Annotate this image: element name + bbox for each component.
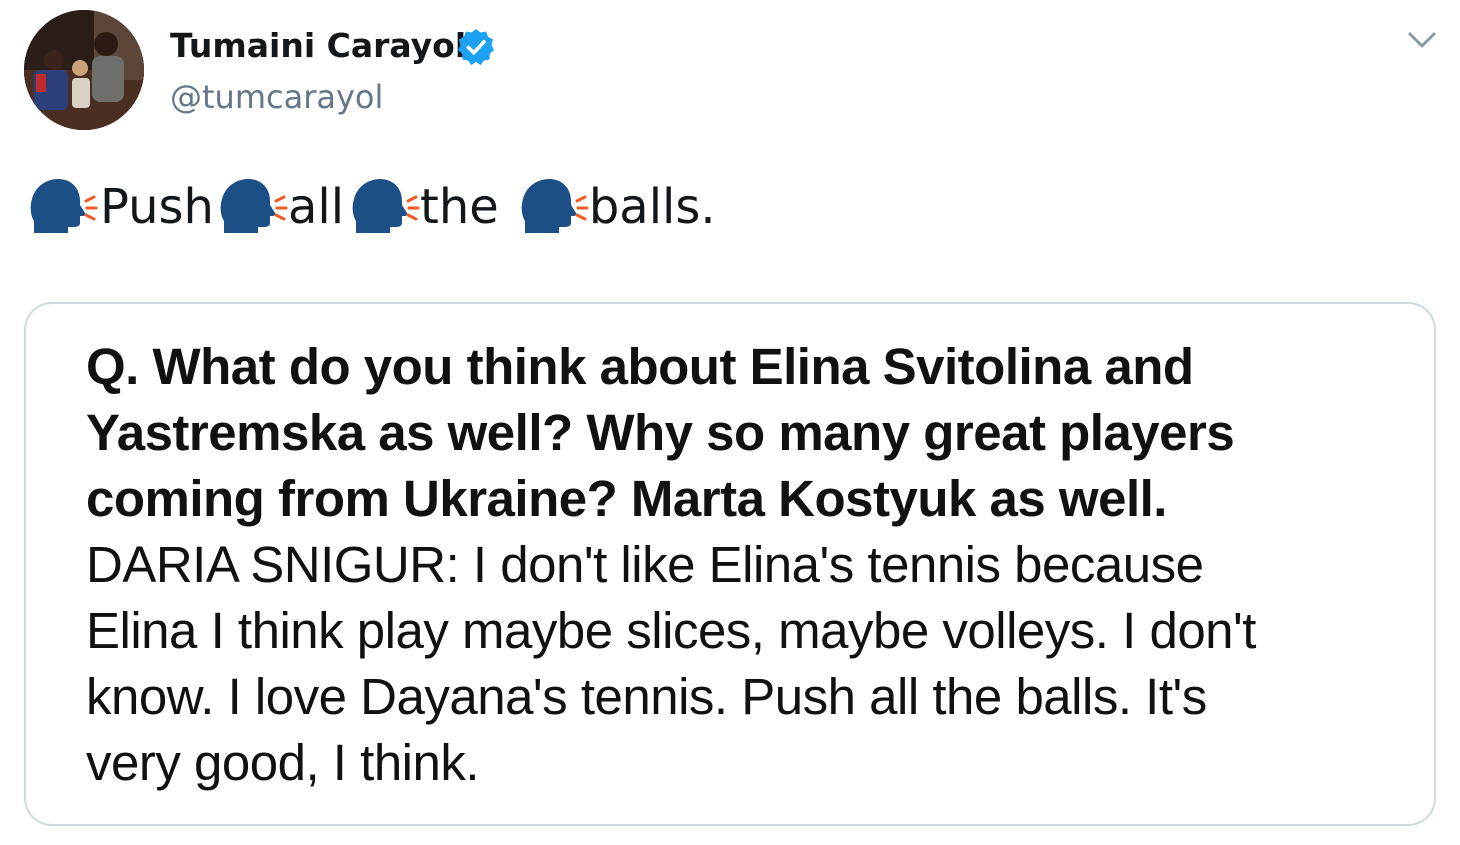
- author-handle[interactable]: @tumcarayol: [170, 76, 383, 118]
- speaking-head-icon: [218, 175, 288, 239]
- answer-line: know. I love Dayana's tennis. Push all t…: [86, 668, 1207, 725]
- speaking-head-icon: [28, 175, 98, 239]
- speaking-head-icon: [519, 175, 589, 239]
- answer-line: DARIA SNIGUR: I don't like Elina's tenni…: [86, 536, 1204, 593]
- tweet-word: balls.: [588, 179, 716, 235]
- question-line: coming from Ukraine? Marta Kostyuk as we…: [86, 470, 1167, 527]
- question-line: Q. What do you think about Elina Svitoli…: [86, 338, 1194, 395]
- tweet-word: all: [287, 179, 345, 235]
- verified-badge-icon: [456, 27, 496, 67]
- attached-image-card[interactable]: Q. What do you think about Elina Svitoli…: [24, 302, 1436, 826]
- tweet-word: the: [420, 179, 499, 235]
- chevron-down-icon[interactable]: [1404, 26, 1440, 54]
- answer-line: very good, I think.: [86, 734, 480, 791]
- tweet-word: Push: [100, 179, 214, 235]
- tweet: Tumaini Carayol @tumcarayol Push all the…: [0, 0, 1460, 845]
- author-avatar[interactable]: [24, 10, 144, 130]
- question-line: Yastremska as well? Why so many great pl…: [86, 404, 1235, 461]
- transcript-text: Q. What do you think about Elina Svitoli…: [86, 334, 1406, 796]
- tweet-text: Push all the balls.: [28, 172, 716, 242]
- author-display-name[interactable]: Tumaini Carayol: [170, 24, 466, 68]
- speaking-head-icon: [350, 175, 420, 239]
- answer-line: Elina I think play maybe slices, maybe v…: [86, 602, 1256, 659]
